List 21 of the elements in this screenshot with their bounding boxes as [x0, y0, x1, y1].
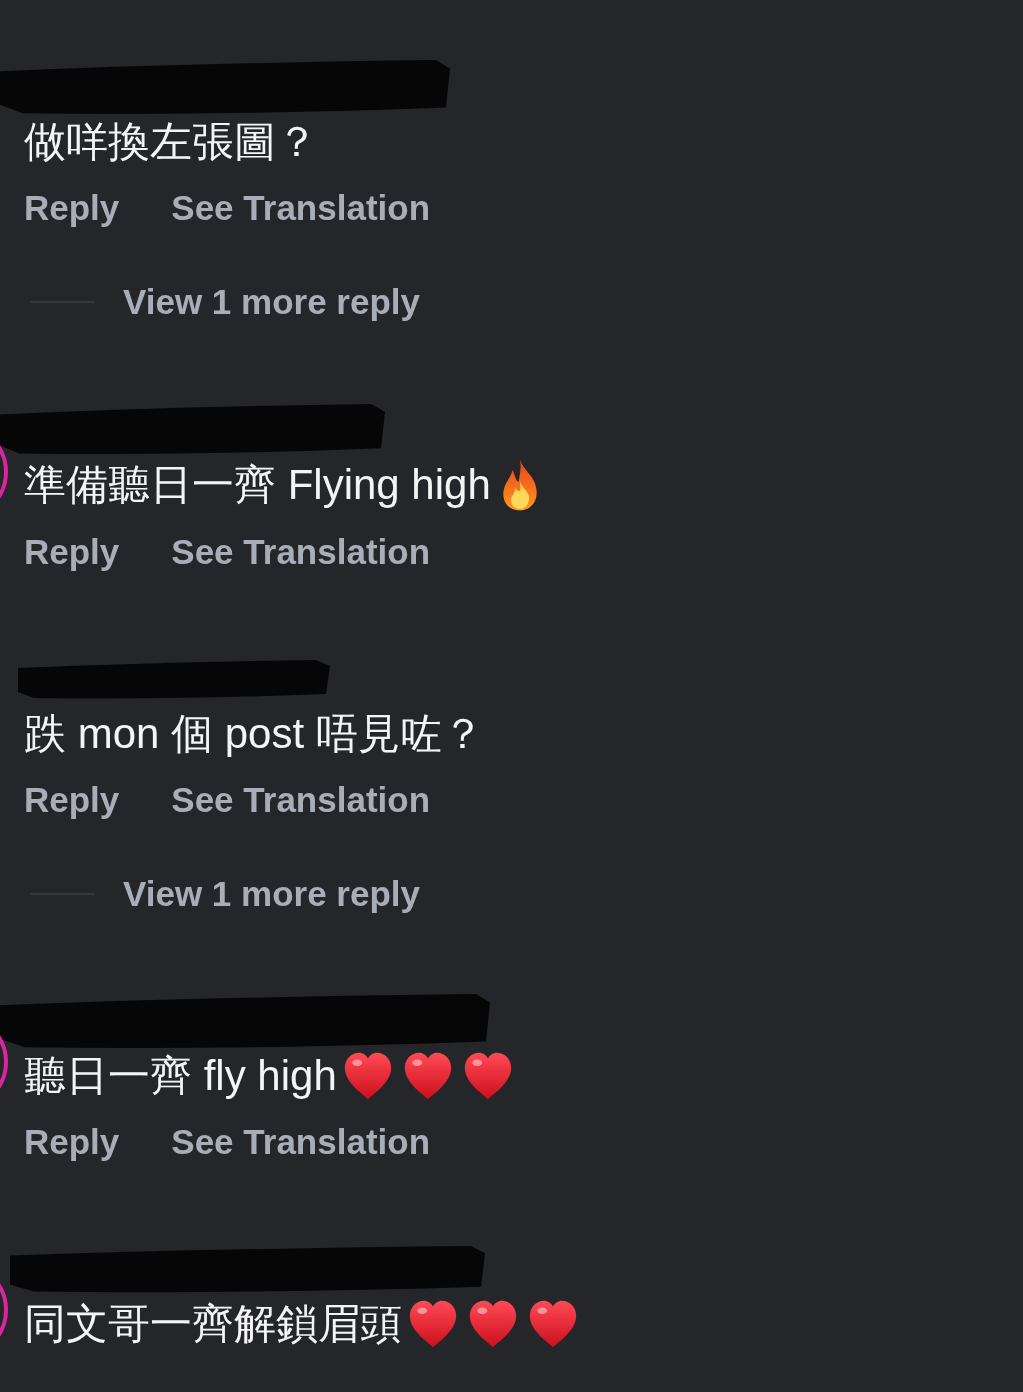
- comment-text: 準備聽日一齊 Flying high: [24, 460, 491, 510]
- heart-icon: [462, 1052, 513, 1100]
- comment-text: 做咩換左張圖？: [24, 117, 318, 167]
- see-translation-button[interactable]: See Translation: [171, 530, 431, 574]
- reply-button[interactable]: Reply: [24, 778, 120, 822]
- heart-icon: [408, 1300, 458, 1348]
- comment-text: 同文哥一齊解鎖眉頭: [24, 1299, 402, 1349]
- heart-icon: [468, 1300, 518, 1348]
- heart-icon: [342, 1052, 393, 1100]
- see-translation-button[interactable]: See Translation: [171, 186, 431, 230]
- reply-button[interactable]: Reply: [24, 1120, 120, 1164]
- view-replies-button[interactable]: View 1 more reply: [123, 872, 420, 916]
- view-replies-button[interactable]: View 1 more reply: [123, 280, 420, 324]
- heart-icon: [528, 1300, 578, 1348]
- heart-icon: [402, 1052, 453, 1100]
- comment-text: 跌 mon 個 post 唔見咗？: [24, 709, 484, 759]
- see-translation-button[interactable]: See Translation: [171, 1120, 431, 1164]
- see-translation-button[interactable]: See Translation: [171, 778, 431, 822]
- reply-button[interactable]: Reply: [24, 186, 120, 230]
- comment-text: 聽日一齊 fly high: [24, 1051, 337, 1101]
- reply-button[interactable]: Reply: [24, 530, 120, 574]
